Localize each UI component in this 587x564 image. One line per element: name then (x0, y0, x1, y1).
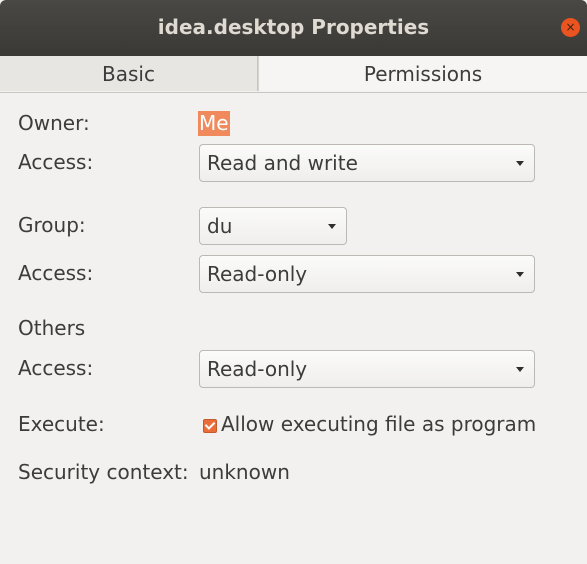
security-context-value: unknown (199, 460, 290, 484)
others-access-label: Access: (18, 356, 94, 380)
owner-access-value: Read and write (207, 151, 358, 175)
group-label: Group: (18, 213, 86, 237)
group-access-label: Access: (18, 261, 94, 285)
chevron-down-icon (328, 224, 336, 229)
owner-value: Me (198, 111, 230, 136)
chevron-down-icon (516, 161, 524, 166)
window-title: idea.desktop Properties (157, 15, 430, 39)
tab-bar: Basic Permissions (0, 56, 587, 93)
properties-window: idea.desktop Properties × Basic Permissi… (0, 0, 587, 564)
owner-access-dropdown[interactable]: Read and write (199, 144, 535, 182)
owner-label: Owner: (18, 111, 90, 135)
others-label: Others (18, 316, 86, 340)
execute-checkbox[interactable] (203, 419, 217, 433)
group-access-value: Read-only (207, 262, 308, 286)
close-icon: × (565, 20, 576, 34)
security-context-label: Security context: (18, 460, 189, 484)
others-access-dropdown[interactable]: Read-only (199, 350, 535, 388)
group-value: du (207, 214, 233, 238)
owner-access-label: Access: (18, 150, 94, 174)
chevron-down-icon (516, 272, 524, 277)
chevron-down-icon (516, 367, 524, 372)
group-dropdown[interactable]: du (199, 207, 347, 245)
others-access-value: Read-only (207, 357, 308, 381)
group-access-dropdown[interactable]: Read-only (199, 255, 535, 293)
execute-label: Execute: (18, 412, 105, 436)
tab-permissions[interactable]: Permissions (258, 56, 587, 91)
close-button[interactable]: × (561, 18, 580, 37)
execute-checkbox-label[interactable]: Allow executing file as program (221, 412, 536, 436)
tab-basic[interactable]: Basic (0, 56, 258, 91)
title-bar[interactable]: idea.desktop Properties × (0, 0, 587, 56)
